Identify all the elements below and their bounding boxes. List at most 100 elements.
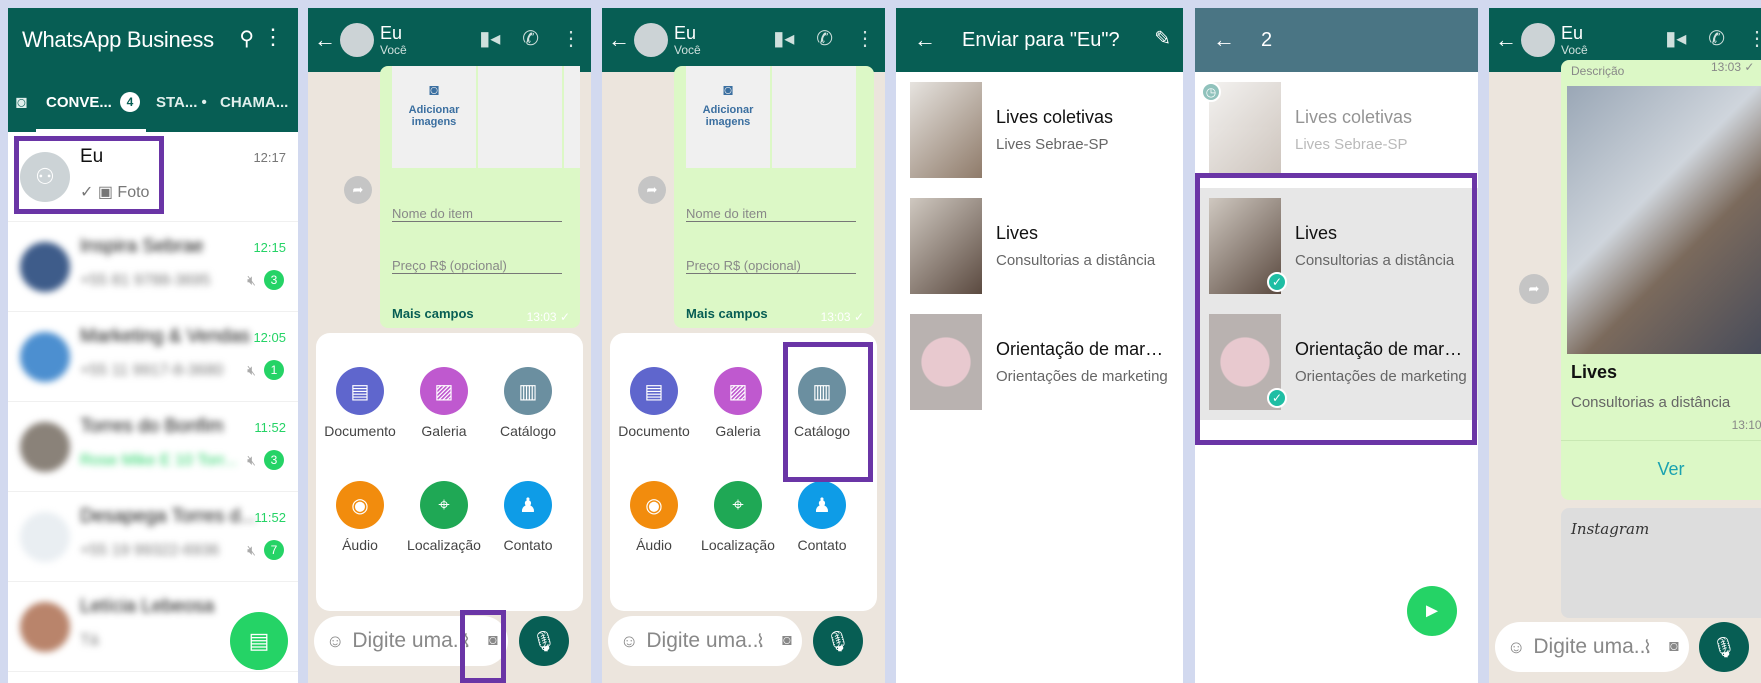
mute-icon: 🔇︎ — [247, 272, 256, 288]
forward-button[interactable]: ➦ — [638, 176, 666, 204]
back-arrow-icon[interactable]: ← — [314, 27, 336, 53]
back-arrow-icon[interactable]: ← — [608, 27, 630, 53]
avatar[interactable] — [1521, 23, 1555, 57]
attach-contact[interactable]: ♟ Contato — [488, 481, 568, 553]
chat-time: 12:15 — [253, 240, 286, 255]
product-thumbnail — [910, 314, 982, 410]
attach-label: Catálogo — [499, 423, 557, 439]
add-images-box[interactable]: ◙ Adicionar imagens — [686, 66, 770, 168]
mute-icon: 🔇︎ — [247, 362, 256, 378]
attach-icon[interactable]: ⌇ — [756, 631, 765, 652]
tab-status[interactable]: STA... • — [156, 94, 207, 111]
attach-location[interactable]: ⌖ Localização — [698, 481, 778, 553]
chat-subtitle: Você — [674, 43, 701, 57]
send-button[interactable]: ► — [1407, 586, 1457, 636]
product-row[interactable]: Lives coletivas Lives Sebrae-SP ◷ — [1195, 72, 1478, 188]
more-icon[interactable]: ⋮ — [1747, 26, 1761, 51]
message-input[interactable]: ☺ Digite uma... ⌇ ◙ — [1495, 622, 1689, 672]
edit-icon[interactable]: ✎ — [1154, 26, 1171, 51]
search-icon[interactable]: ⚲ — [239, 26, 254, 51]
tab-badge: 4 — [120, 92, 140, 112]
attach-contact[interactable]: ♟ Contato — [782, 481, 862, 553]
message-time: 13:03 ✓ — [526, 310, 570, 324]
price-field[interactable]: Preço R$ (opcional) — [686, 258, 856, 274]
attach-icon[interactable]: ⌇ — [1643, 637, 1652, 658]
product-row[interactable]: Lives coletivas Lives Sebrae-SP — [896, 72, 1183, 188]
product-name: Lives coletivas — [996, 107, 1114, 127]
product-row[interactable]: Orientação de market... Orientações de ma… — [1195, 304, 1478, 420]
camera-icon[interactable]: ◙ — [16, 92, 27, 113]
attach-location[interactable]: ⌖ Localização — [404, 481, 484, 553]
catalog-icon: ▥ — [504, 367, 552, 415]
chat-row[interactable]: Marketing & Vendas +55 11 9917-8-3680 12:0… — [8, 312, 298, 402]
second-card: Instagram — [1561, 508, 1761, 618]
back-arrow-icon[interactable]: ← — [1495, 27, 1517, 53]
price-field[interactable]: Preço R$ (opcional) — [392, 258, 562, 274]
attach-audio[interactable]: ◉ Áudio — [320, 481, 400, 553]
chat-preview: ✓ ▣ Foto — [80, 184, 150, 201]
avatar[interactable] — [340, 23, 374, 57]
attach-audio[interactable]: ◉ Áudio — [614, 481, 694, 553]
video-call-icon[interactable]: ▮◂ — [773, 26, 794, 51]
camera-icon[interactable]: ◙ — [488, 632, 498, 650]
view-button[interactable]: Ver — [1561, 440, 1761, 496]
tab-conversas[interactable]: CONVE... — [46, 94, 112, 111]
emoji-icon[interactable]: ☺ — [326, 631, 344, 652]
time-top: 13:03 ✓ — [1711, 60, 1755, 74]
phone-icon[interactable]: ✆ — [816, 26, 833, 51]
forward-button[interactable]: ➦ — [1519, 274, 1549, 304]
new-chat-button[interactable]: ▤ — [230, 612, 288, 670]
attach-document[interactable]: ▤ Documento — [320, 367, 400, 439]
attach-label: Galeria — [421, 423, 467, 439]
item-name-field[interactable]: Nome do item — [392, 206, 562, 222]
chat-name: Marketing & Vendas — [80, 326, 251, 347]
back-arrow-icon[interactable]: ← — [1213, 27, 1235, 53]
attach-label: Documento — [618, 423, 690, 439]
gallery-icon: ▨ — [420, 367, 468, 415]
more-fields-link[interactable]: Mais campos — [392, 306, 474, 321]
attach-catalog[interactable]: ▥ Catálogo — [782, 367, 862, 439]
product-text: Orientação de market... Orientações de ma… — [1281, 339, 1467, 385]
contact-icon: ♟ — [798, 481, 846, 529]
attach-gallery[interactable]: ▨ Galeria — [404, 367, 484, 439]
chat-preview: Tá — [80, 632, 99, 649]
attach-document[interactable]: ▤ Documento — [614, 367, 694, 439]
more-fields-link[interactable]: Mais campos — [686, 306, 768, 321]
phone-icon[interactable]: ✆ — [1708, 26, 1725, 51]
more-icon[interactable]: ⋮ — [262, 24, 284, 50]
product-row[interactable]: Lives Consultorias a distância — [896, 188, 1183, 304]
item-name-field[interactable]: Nome do item — [686, 206, 856, 222]
add-images-box[interactable]: ◙ Adicionar imagens — [392, 66, 476, 168]
chat-row[interactable]: Torres do Bonfim Rose Mike E 10 Torr... 11… — [8, 402, 298, 492]
forward-button[interactable]: ➦ — [344, 176, 372, 204]
product-desc: Orientações de marketing — [996, 368, 1168, 385]
video-call-icon[interactable]: ▮◂ — [479, 26, 500, 51]
chat-row[interactable]: Inspira Sebrae +55 81 9788-3695 12:15 🔇︎ 3 — [8, 222, 298, 312]
tab-chamadas[interactable]: CHAMA... — [220, 94, 288, 111]
avatar[interactable] — [634, 23, 668, 57]
chat-row[interactable]: ⚇ Eu ✓ ▣ Foto 12:17 — [8, 132, 298, 222]
message-input[interactable]: ☺ Digite uma... ⌇ ◙ — [608, 616, 802, 666]
more-icon[interactable]: ⋮ — [855, 26, 875, 51]
product-row[interactable]: Orientação de market... Orientações de ma… — [896, 304, 1183, 420]
attach-catalog[interactable]: ▥ Catálogo — [488, 367, 568, 439]
product-row[interactable]: Lives Consultorias a distância ✓ — [1195, 188, 1478, 304]
camera-icon[interactable]: ◙ — [782, 632, 792, 650]
video-call-icon[interactable]: ▮◂ — [1665, 26, 1686, 51]
emoji-icon[interactable]: ☺ — [620, 631, 638, 652]
chat-header: ← Eu Você ▮◂ ✆ ⋮ — [602, 8, 885, 72]
attach-icon[interactable]: ⌇ — [462, 631, 471, 652]
attach-label: Galeria — [715, 423, 761, 439]
back-arrow-icon[interactable]: ← — [914, 27, 936, 53]
camera-icon[interactable]: ◙ — [1669, 638, 1679, 656]
mic-button[interactable]: 🎙 — [813, 616, 863, 666]
message-input[interactable]: ☺ Digite uma... ⌇ ◙ — [314, 616, 508, 666]
phone-icon[interactable]: ✆ — [522, 26, 539, 51]
emoji-icon[interactable]: ☺ — [1507, 637, 1525, 658]
chat-row[interactable]: Desapega Torres d... +55 19 99322-6936 11:… — [8, 492, 298, 582]
mic-button[interactable]: 🎙 — [519, 616, 569, 666]
product-time: 13:10 ✓ — [1731, 418, 1761, 432]
more-icon[interactable]: ⋮ — [561, 26, 581, 51]
mic-button[interactable]: 🎙 — [1699, 622, 1749, 672]
attach-gallery[interactable]: ▨ Galeria — [698, 367, 778, 439]
